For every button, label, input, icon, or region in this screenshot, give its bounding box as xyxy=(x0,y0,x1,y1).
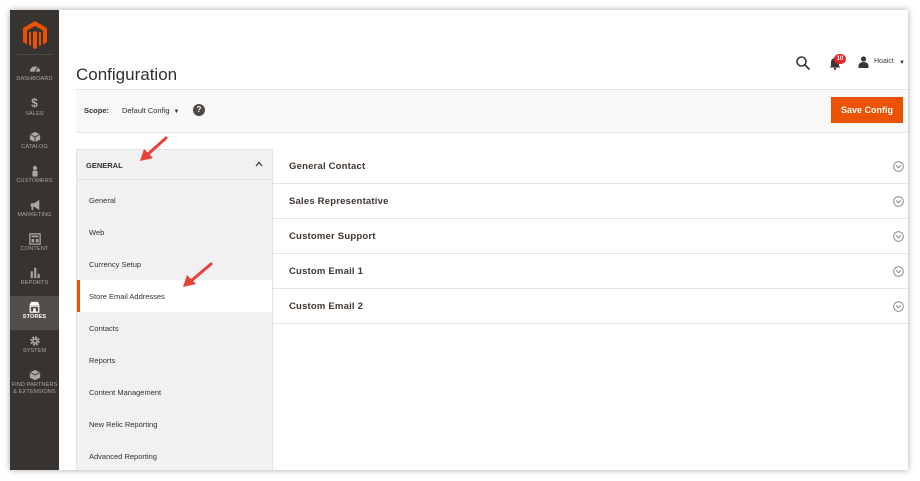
nav-label-line2: & Extensions xyxy=(13,389,56,395)
nav-label: Stores xyxy=(22,314,47,320)
user-name[interactable]: Hoaict xyxy=(874,58,894,65)
config-tab-label: Store Email Addresses xyxy=(89,292,165,301)
nav-label: System xyxy=(22,348,47,354)
dollar-icon: $ xyxy=(31,96,38,110)
nav-item-stores[interactable]: Stores xyxy=(10,296,59,330)
config-tab-reports[interactable]: Reports xyxy=(77,344,272,376)
megaphone-icon xyxy=(30,199,39,211)
expand-toggle-icon[interactable] xyxy=(893,231,904,242)
section-general-contact[interactable]: General Contact xyxy=(272,149,908,184)
config-tab-label: Content Management xyxy=(89,388,162,397)
caret-down-icon[interactable]: ▼ xyxy=(899,60,905,66)
box-icon xyxy=(29,369,40,381)
chevron-up-icon xyxy=(255,161,263,167)
section-custom-email-1[interactable]: Custom Email 1 xyxy=(272,254,908,289)
nav-label: Marketing xyxy=(17,212,52,218)
expand-toggle-icon[interactable] xyxy=(893,301,904,312)
dashboard-icon xyxy=(29,66,40,72)
config-tab-web[interactable]: Web xyxy=(77,216,272,248)
annotation-arrow-icon xyxy=(140,136,168,161)
config-tab-contacts[interactable]: Contacts xyxy=(77,312,272,344)
nav-label: Content xyxy=(20,246,49,252)
nav-item-system[interactable]: System xyxy=(10,330,59,364)
expand-toggle-icon[interactable] xyxy=(893,196,904,207)
caret-down-icon: ▼ xyxy=(173,109,180,115)
store-icon xyxy=(29,301,40,313)
nav-label: Customers xyxy=(16,178,53,184)
bar-chart-icon xyxy=(30,267,40,279)
person-icon xyxy=(31,165,38,177)
nav-label: Find Partners xyxy=(11,382,58,388)
config-tabs: GENERAL General Web Currency Setup Store… xyxy=(76,149,273,470)
scope-label: Scope: xyxy=(84,106,110,115)
config-tab-label: Currency Setup xyxy=(89,260,142,269)
section-customer-support[interactable]: Customer Support xyxy=(272,219,908,254)
nav-item-sales[interactable]: $ Sales xyxy=(10,92,59,126)
nav-label: Sales xyxy=(25,111,44,117)
admin-window: Dashboard $ Sales Catalog Customers Mark… xyxy=(10,10,908,470)
gear-icon xyxy=(29,336,40,346)
config-tab-label: Reports xyxy=(89,356,116,365)
nav-label: Catalog xyxy=(21,144,48,150)
save-config-button[interactable]: Save Config xyxy=(831,97,903,123)
expand-toggle-icon[interactable] xyxy=(893,266,904,277)
nav-item-dashboard[interactable]: Dashboard xyxy=(10,58,59,92)
config-tab-label: Advanced Reporting xyxy=(89,452,157,461)
page-title: Configuration xyxy=(76,65,178,85)
config-tab-store-email-addresses[interactable]: Store Email Addresses xyxy=(77,280,272,312)
scope-switcher[interactable]: Default Config ▼ xyxy=(122,106,179,115)
config-tab-new-relic-reporting[interactable]: New Relic Reporting xyxy=(77,408,272,440)
section-title: Sales Representative xyxy=(289,196,389,207)
admin-sidebar: Dashboard $ Sales Catalog Customers Mark… xyxy=(10,10,59,470)
search-icon[interactable] xyxy=(795,55,811,71)
config-tab-label: Contacts xyxy=(89,324,119,333)
magento-logo-icon[interactable] xyxy=(22,20,48,50)
annotation-arrow-icon xyxy=(183,262,213,287)
config-tab-content-management[interactable]: Content Management xyxy=(77,376,272,408)
nav-item-find-partners[interactable]: Find Partners & Extensions xyxy=(10,364,59,404)
nav-item-catalog[interactable]: Catalog xyxy=(10,126,59,160)
config-tab-advanced-reporting[interactable]: Advanced Reporting xyxy=(77,440,272,470)
config-group-title: GENERAL xyxy=(86,161,123,170)
nav-item-content[interactable]: Content xyxy=(10,228,59,262)
scope-bar: Scope: Default Config ▼ ? Save Config xyxy=(76,89,908,133)
config-tab-label: General xyxy=(89,196,116,205)
section-title: General Contact xyxy=(289,161,366,172)
nav-item-marketing[interactable]: Marketing xyxy=(10,194,59,228)
cube-icon xyxy=(29,131,40,143)
nav-item-customers[interactable]: Customers xyxy=(10,160,59,194)
layout-icon xyxy=(28,233,41,245)
user-icon[interactable] xyxy=(858,56,869,68)
config-tab-label: Web xyxy=(89,228,105,237)
config-tab-currency-setup[interactable]: Currency Setup xyxy=(77,248,272,280)
section-title: Customer Support xyxy=(289,231,376,242)
notification-badge[interactable]: 10 xyxy=(834,54,846,64)
section-custom-email-2[interactable]: Custom Email 2 xyxy=(272,289,908,324)
nav-label: Reports xyxy=(20,280,49,286)
config-tab-general[interactable]: General xyxy=(77,184,272,216)
config-tab-label: New Relic Reporting xyxy=(89,420,158,429)
help-icon[interactable]: ? xyxy=(193,104,205,116)
nav-label: Dashboard xyxy=(16,76,53,82)
section-title: Custom Email 2 xyxy=(289,301,364,312)
section-sales-representative[interactable]: Sales Representative xyxy=(272,184,908,219)
scope-value: Default Config xyxy=(122,106,170,115)
section-title: Custom Email 1 xyxy=(289,266,364,277)
sidebar-separator xyxy=(17,54,53,55)
expand-toggle-icon[interactable] xyxy=(893,161,904,172)
nav-item-reports[interactable]: Reports xyxy=(10,262,59,296)
